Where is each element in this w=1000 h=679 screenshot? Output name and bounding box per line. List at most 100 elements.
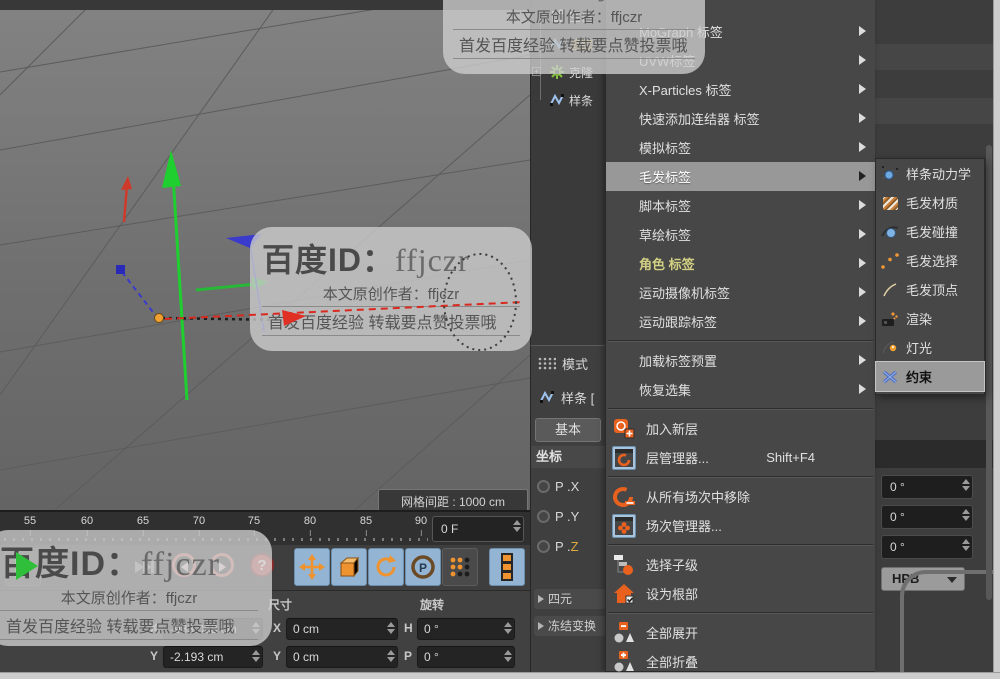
py-row[interactable]: P . Y (531, 504, 606, 528)
right-background-panel (875, 0, 993, 155)
menu-item-simulation-tags[interactable]: 模拟标签 (606, 133, 875, 162)
keyframe-dot-icon[interactable] (537, 509, 550, 523)
menu-item-add-to-new-layer[interactable]: 加入新层 (606, 414, 875, 443)
timeline-tick: 85 (359, 515, 373, 536)
rotate-tool-button[interactable] (368, 548, 404, 586)
scale-tool-icon (339, 556, 360, 578)
submenu-item-light[interactable]: 灯光 (876, 333, 984, 362)
pz-row[interactable]: P . Z (531, 534, 606, 558)
snap-points-button[interactable] (442, 548, 478, 586)
submenu-item-constraint[interactable]: 约束 (875, 361, 985, 392)
rot-field-3[interactable]: 0 ° (881, 535, 973, 559)
freeze-fold[interactable]: 冻结变换 (534, 616, 606, 636)
submenu-arrow-icon (859, 113, 866, 123)
timeline-tick: 80 (303, 515, 317, 536)
timeline-tick: 70 (192, 515, 206, 536)
snap-points-icon (450, 557, 470, 577)
submenu-arrow-icon (859, 316, 866, 326)
select-children-icon (611, 552, 636, 577)
menu-item-unfold-all[interactable]: 全部展开 (606, 618, 875, 647)
window-edge (0, 672, 1000, 679)
object-row[interactable]: 样条 [ (531, 384, 606, 410)
move-tool-button[interactable] (294, 548, 330, 586)
play-icon-overlay (16, 552, 38, 580)
menu-separator (608, 476, 873, 478)
pos-y-label: Y (150, 649, 159, 663)
frame-stepper[interactable] (513, 520, 521, 532)
rotate-tool-icon (376, 555, 396, 577)
menu-item-select-children[interactable]: 选择子级 (606, 550, 875, 579)
constraint-icon (880, 367, 900, 387)
submenu-arrow-icon (859, 355, 866, 365)
submenu-arrow-icon (859, 26, 866, 36)
remove-take-icon (611, 484, 636, 509)
menu-separator (608, 408, 873, 410)
menu-separator (608, 544, 873, 546)
watermark-top: 百度ID：ffjczr 本文原创作者：ffjczr 首发百度经验 转载要点赞投票… (443, 0, 705, 74)
keyframe-dot-icon[interactable] (537, 479, 550, 493)
menu-item-load-tag-preset[interactable]: 加载标签预置 (606, 346, 875, 375)
app-window: 网格间距 : 1000 cm 55 60 65 70 75 80 85 90 0… (0, 0, 1000, 679)
timeline-tick: 60 (80, 515, 94, 536)
submenu-arrow-icon (859, 84, 866, 94)
menu-item-script-tags[interactable]: 脚本标签 (606, 191, 875, 220)
size-y-field[interactable]: 0 cm (286, 646, 398, 668)
add-layer-icon (611, 416, 636, 441)
rot-p-field[interactable]: 0 ° (417, 646, 515, 668)
tab-basic[interactable]: 基本 (535, 418, 601, 442)
pos-y-field[interactable]: -2.193 cm (163, 646, 263, 668)
hair-tags-submenu: 样条动力学 毛发材质 毛发碰撞 毛发选择 毛发顶点 渲染 灯光 约束 (875, 158, 985, 395)
rot-h-field[interactable]: 0 ° (417, 618, 515, 640)
watermark-bottom: 百度ID：ffjczr 本文原创作者：ffjczr 首发百度经验 转载要点赞投票… (0, 530, 272, 646)
rotation-panel-header (875, 440, 993, 468)
mode-row[interactable]: 模式 (531, 350, 606, 376)
attributes-panel: 模式 样条 [ 基本 坐标 P . X P . Y P . Z 四元 冻结变换 (530, 345, 606, 679)
menu-item-character-tags[interactable]: 角色 标签 (606, 249, 875, 278)
submenu-item-render[interactable]: 渲染 (876, 304, 984, 333)
menu-item-remove-from-takes[interactable]: 从所有场次中移除 (606, 482, 875, 511)
menu-item-motion-tracker-tags[interactable]: 运动跟踪标签 (606, 307, 875, 336)
size-x-label: X (273, 621, 282, 635)
menu-item-restore-selection[interactable]: 恢复选集 (606, 375, 875, 404)
px-row[interactable]: P . X (531, 474, 606, 498)
svg-text:P: P (419, 561, 427, 575)
rotation-header: 旋转 (420, 598, 445, 612)
timeline-tick: 90 (414, 515, 428, 536)
menu-item-set-as-root[interactable]: 设为根部 (606, 579, 875, 608)
rot-field-2[interactable]: 0 ° (881, 505, 973, 529)
submenu-item-hair-select[interactable]: 毛发选择 (876, 246, 984, 275)
quaternion-fold[interactable]: 四元 (534, 589, 606, 609)
window-edge (993, 0, 1000, 679)
menu-item-connector-tags[interactable]: 快速添加连结器 标签 (606, 104, 875, 133)
current-frame-field[interactable]: 0 F (432, 516, 524, 542)
submenu-item-spline-dynamics[interactable]: 样条动力学 (876, 159, 984, 188)
layer-manager-icon (611, 445, 636, 470)
submenu-item-hair-material[interactable]: 毛发材质 (876, 188, 984, 217)
menu-item-sketch-tags[interactable]: 草绘标签 (606, 220, 875, 249)
keyframe-dot-icon[interactable] (537, 539, 550, 553)
hair-collide-icon (880, 222, 900, 242)
watermark-center: 百度ID：ffjczr 本文原创作者：ffjczr 首发百度经验 转载要点赞投票… (250, 227, 532, 351)
coord-system-button[interactable]: P (405, 548, 441, 586)
scale-tool-button[interactable] (331, 548, 367, 586)
submenu-item-hair-collide[interactable]: 毛发碰撞 (876, 217, 984, 246)
menu-item-xparticles-tags[interactable]: X-Particles 标签 (606, 75, 875, 104)
menu-item-take-manager[interactable]: 场次管理器... (606, 511, 875, 540)
right-scrollbar[interactable] (986, 145, 992, 600)
menu-separator (608, 340, 873, 342)
hair-material-icon (880, 193, 900, 213)
menu-item-hair-tags[interactable]: 毛发标签 (606, 162, 875, 191)
submenu-arrow-icon (859, 258, 866, 268)
submenu-arrow-icon (859, 200, 866, 210)
shortcut-label: Shift+F4 (766, 450, 815, 465)
size-x-field[interactable]: 0 cm (286, 618, 398, 640)
rot-field-1[interactable]: 0 ° (881, 475, 973, 499)
submenu-arrow-icon (859, 287, 866, 297)
rotation-panel: 0 ° 0 ° 0 ° HPB (875, 392, 1000, 679)
filmstrip-button[interactable] (489, 548, 525, 586)
menu-item-layer-manager[interactable]: 层管理器... Shift+F4 (606, 443, 875, 472)
spline-dynamics-icon (880, 164, 900, 184)
object-item-spline[interactable]: 样条 (531, 89, 606, 111)
submenu-item-hair-vertex[interactable]: 毛发顶点 (876, 275, 984, 304)
menu-item-motion-camera-tags[interactable]: 运动摄像机标签 (606, 278, 875, 307)
